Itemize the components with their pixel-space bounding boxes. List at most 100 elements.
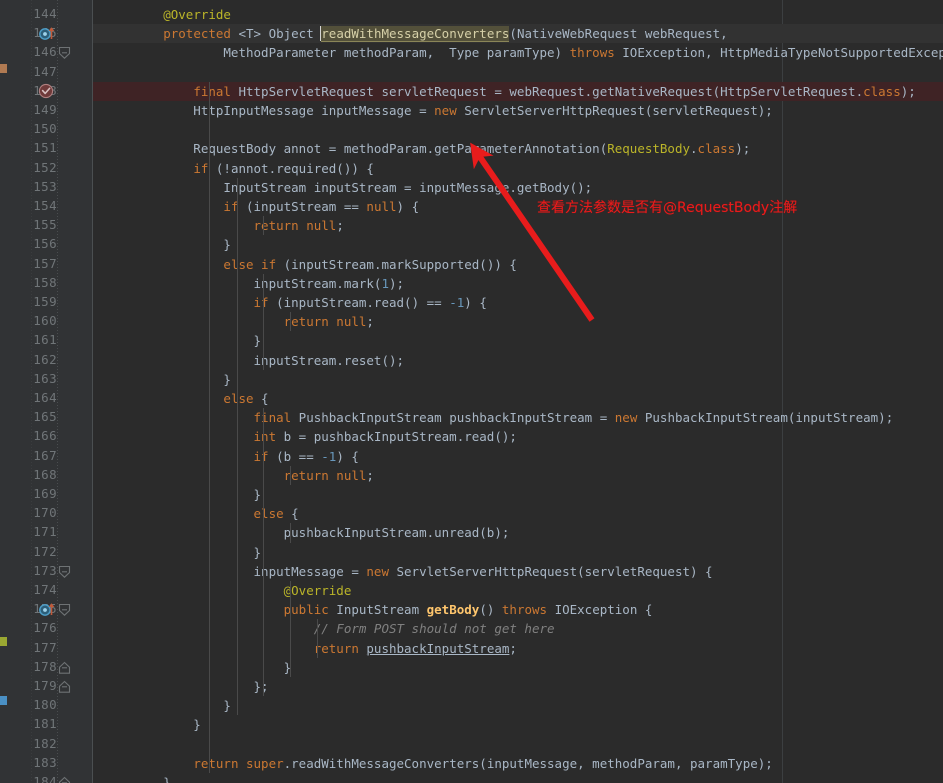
code-line[interactable]: int b = pushbackInputStream.read(); (93, 427, 943, 446)
line-number[interactable]: 155 (7, 215, 57, 234)
code-line[interactable]: if (!annot.required()) { (93, 159, 943, 178)
line-number[interactable]: 153 (7, 177, 57, 196)
fold-end-icon[interactable] (58, 679, 71, 693)
fold-end-icon[interactable] (58, 775, 71, 783)
line-number[interactable]: 150 (7, 119, 57, 138)
code-line[interactable]: } (93, 331, 943, 350)
line-number[interactable]: 149 (7, 100, 57, 119)
code-line[interactable]: } (93, 543, 943, 562)
code-line[interactable]: pushbackInputStream.unread(b); (93, 523, 943, 542)
overriding-method-icon[interactable] (39, 25, 57, 41)
line-number[interactable]: 174 (7, 580, 57, 599)
code-line[interactable]: inputStream.reset(); (93, 351, 943, 370)
line-number[interactable]: 162 (7, 350, 57, 369)
code-content-area[interactable]: @Override protected <T> Object readWithM… (93, 0, 943, 783)
code-line[interactable]: @Override (93, 581, 943, 600)
line-number[interactable]: 176 (7, 618, 57, 637)
code-line[interactable]: InputStream inputStream = inputMessage.g… (93, 178, 943, 197)
code-token: -1 (449, 295, 464, 310)
line-number[interactable]: 171 (7, 522, 57, 541)
line-number[interactable]: 173 (7, 561, 57, 580)
line-number[interactable]: 179 (7, 676, 57, 695)
code-line[interactable]: inputMessage = new ServletServerHttpRequ… (93, 562, 943, 581)
fold-expanded-icon[interactable] (58, 564, 71, 578)
line-number[interactable]: 169 (7, 484, 57, 503)
breakpoint-muted-icon[interactable] (38, 83, 54, 99)
code-line[interactable]: protected <T> Object readWithMessageConv… (93, 24, 943, 43)
line-number[interactable]: 170 (7, 503, 57, 522)
line-number[interactable]: 160 (7, 311, 57, 330)
overriding-method-icon[interactable] (39, 601, 57, 617)
line-number[interactable]: 151 (7, 138, 57, 157)
code-line[interactable]: @Override (93, 5, 943, 24)
code-line[interactable]: RequestBody annot = methodParam.getParam… (93, 139, 943, 158)
code-line[interactable]: public InputStream getBody() throws IOEx… (93, 600, 943, 619)
code-line[interactable]: return null; (93, 466, 943, 485)
line-number[interactable]: 157 (7, 254, 57, 273)
code-line[interactable]: } (93, 370, 943, 389)
code-line[interactable]: } (93, 235, 943, 254)
line-number[interactable]: 144 (7, 4, 57, 23)
analysis-marker-info[interactable] (0, 696, 7, 705)
code-token: ) { (464, 295, 487, 310)
code-line[interactable]: } (93, 715, 943, 734)
line-number[interactable]: 158 (7, 273, 57, 292)
line-number[interactable]: 165 (7, 407, 57, 426)
line-number[interactable]: 172 (7, 542, 57, 561)
line-number[interactable]: 154 (7, 196, 57, 215)
line-number[interactable]: 152 (7, 158, 57, 177)
code-line[interactable]: if (inputStream == null) { (93, 197, 943, 216)
line-number[interactable]: 156 (7, 234, 57, 253)
line-number[interactable]: 159 (7, 292, 57, 311)
fold-end-icon[interactable] (58, 660, 71, 674)
code-line[interactable]: else if (inputStream.markSupported()) { (93, 255, 943, 274)
code-token: RequestBody annot = methodParam.getParam… (103, 141, 607, 156)
line-number[interactable]: 184 (7, 772, 57, 783)
code-line[interactable]: else { (93, 389, 943, 408)
code-editor[interactable]: 1441451461471481491501511521531541551561… (0, 0, 943, 783)
line-number[interactable]: 146 (7, 42, 57, 61)
analysis-marker-warning[interactable] (0, 637, 7, 646)
line-number[interactable]: 167 (7, 446, 57, 465)
fold-expanded-icon[interactable] (58, 602, 71, 616)
fold-expanded-icon[interactable] (58, 45, 71, 59)
code-token: ; (366, 468, 374, 483)
code-line[interactable]: inputStream.mark(1); (93, 274, 943, 293)
line-number[interactable]: 177 (7, 638, 57, 657)
line-number[interactable]: 180 (7, 695, 57, 714)
code-line[interactable]: } (93, 696, 943, 715)
code-token: ; (509, 641, 517, 656)
code-line[interactable]: } (93, 773, 943, 783)
code-line[interactable]: }; (93, 677, 943, 696)
code-line[interactable] (93, 120, 943, 139)
line-number[interactable]: 183 (7, 753, 57, 772)
code-line[interactable]: } (93, 658, 943, 677)
line-number[interactable]: 161 (7, 330, 57, 349)
code-line[interactable]: return null; (93, 312, 943, 331)
line-number[interactable]: 166 (7, 426, 57, 445)
code-line[interactable]: if (b == -1) { (93, 447, 943, 466)
code-line[interactable]: return super.readWithMessageConverters(i… (93, 754, 943, 773)
code-line[interactable]: return pushbackInputStream; (93, 639, 943, 658)
code-line[interactable]: HttpInputMessage inputMessage = new Serv… (93, 101, 943, 120)
line-number[interactable]: 147 (7, 62, 57, 81)
line-number[interactable]: 182 (7, 734, 57, 753)
line-number[interactable]: 181 (7, 714, 57, 733)
line-number[interactable]: 163 (7, 369, 57, 388)
code-line[interactable] (93, 735, 943, 754)
code-line[interactable]: final HttpServletRequest servletRequest … (93, 82, 943, 101)
code-line[interactable]: else { (93, 504, 943, 523)
code-line[interactable]: } (93, 485, 943, 504)
line-number[interactable]: 168 (7, 465, 57, 484)
code-line[interactable]: if (inputStream.read() == -1) { (93, 293, 943, 312)
code-line[interactable]: return null; (93, 216, 943, 235)
code-token: (inputStream.read() == (269, 295, 450, 310)
line-number[interactable]: 178 (7, 657, 57, 676)
editor-gutter[interactable]: 1441451461471481491501511521531541551561… (7, 0, 93, 783)
code-line[interactable]: MethodParameter methodParam, Type paramT… (93, 43, 943, 62)
code-line[interactable]: // Form POST should not get here (93, 619, 943, 638)
code-line[interactable]: final PushbackInputStream pushbackInputS… (93, 408, 943, 427)
code-line[interactable] (93, 63, 943, 82)
changed-lines-marker[interactable] (0, 64, 7, 73)
line-number[interactable]: 164 (7, 388, 57, 407)
